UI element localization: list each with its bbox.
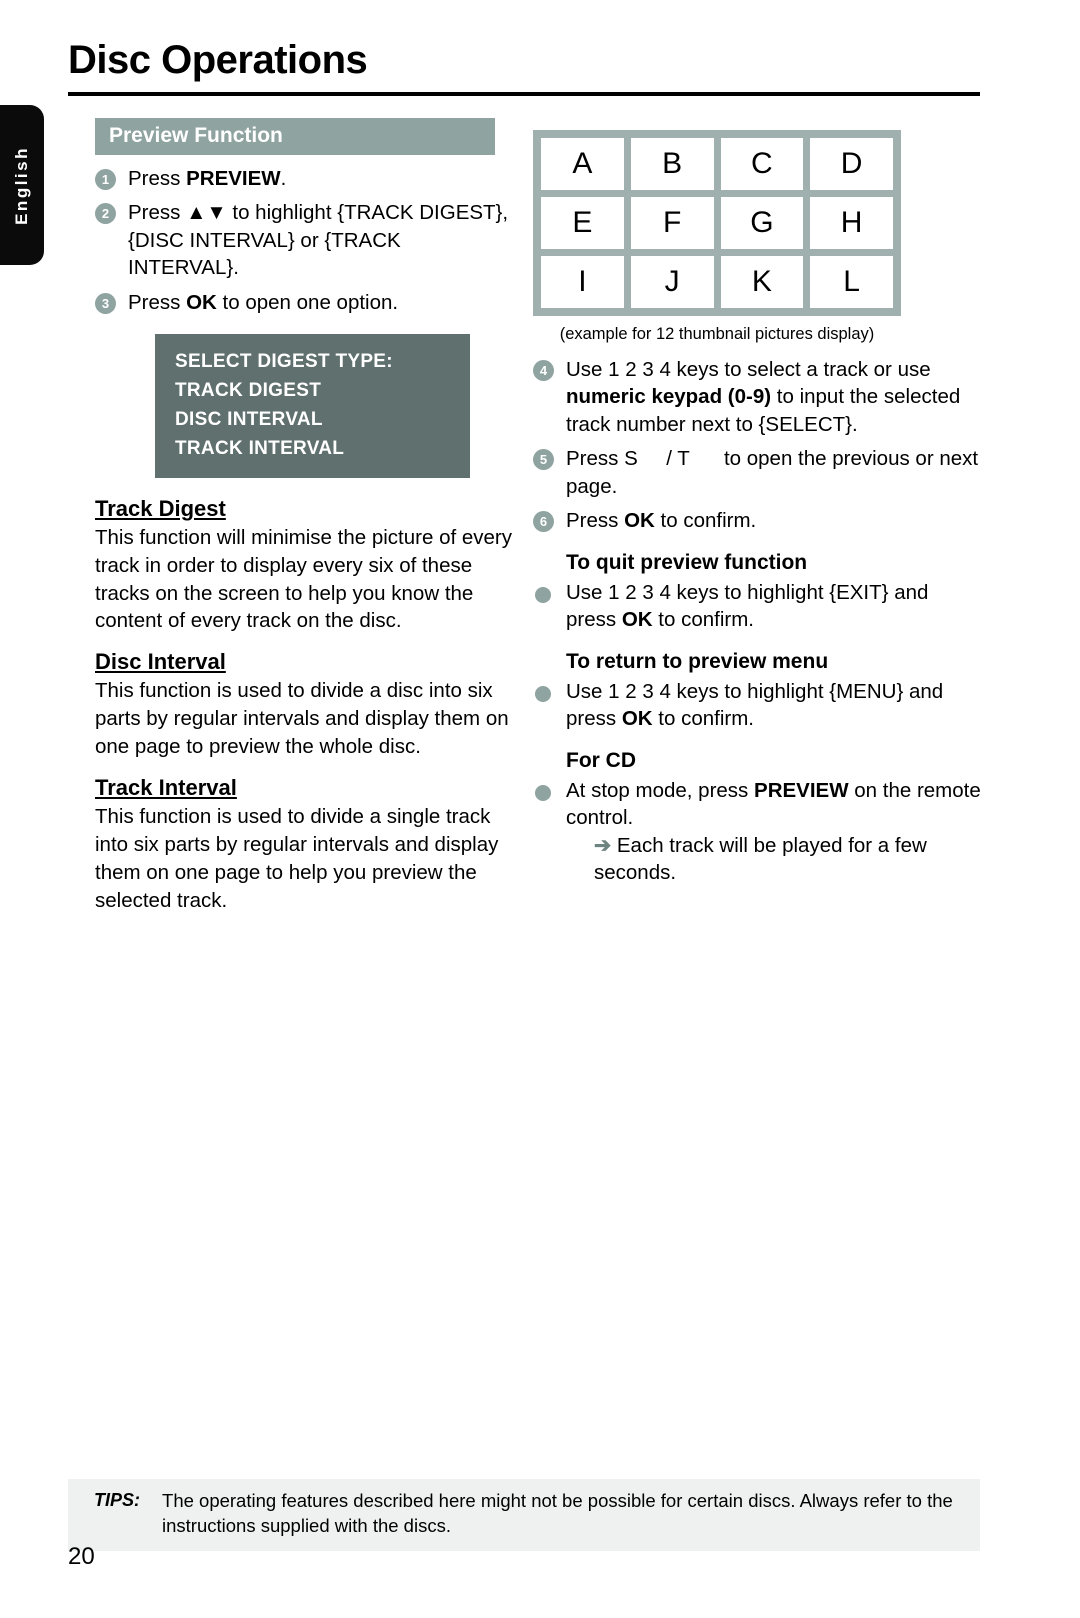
step-number-badge: 4 xyxy=(533,360,554,381)
step-number-badge: 2 xyxy=(95,203,116,225)
thumbnail-cell: A xyxy=(541,138,624,190)
thumbnail-grid-caption: (example for 12 thumbnail pictures displ… xyxy=(559,325,875,343)
result-note: ➔ Each track will be played for a few se… xyxy=(594,833,927,885)
right-steps-list: 4 Use 1 2 3 4 keys to select a track or … xyxy=(533,356,983,535)
thumbnail-cell: E xyxy=(541,197,624,249)
osd-menu-box: SELECT DIGEST TYPE: TRACK DIGEST DISC IN… xyxy=(155,334,470,478)
step-item: 3 Press OK to open one option. xyxy=(95,289,515,316)
osd-line: TRACK DIGEST xyxy=(175,380,322,402)
thumbnail-cell: H xyxy=(810,197,893,249)
step-item: 4 Use 1 2 3 4 keys to select a track or … xyxy=(533,356,983,438)
step-item: 2 Press ▲▼ to highlight {TRACK DIGEST}, … xyxy=(95,199,515,281)
block-quit-preview: To quit preview function Use 1 2 3 4 key… xyxy=(533,551,983,634)
thumbnail-cell: K xyxy=(720,256,804,308)
bullet-dot-icon xyxy=(535,586,551,603)
subsection-heading: Disc Interval xyxy=(95,649,226,675)
thumbnail-cell: B xyxy=(630,138,714,190)
tips-text: The operating features described here mi… xyxy=(162,1490,953,1536)
left-steps-list: 1 Press PREVIEW. 2 Press ▲▼ to highlight… xyxy=(95,165,515,316)
step-number-badge: 1 xyxy=(95,169,116,190)
thumbnail-cell: J xyxy=(630,256,714,308)
step-text: Press ▲▼ to highlight {TRACK DIGEST}, {D… xyxy=(128,201,509,280)
step-item: 1 Press PREVIEW. xyxy=(95,165,515,192)
thumbnail-cell: D xyxy=(810,138,893,190)
thumbnail-cell: I xyxy=(541,256,624,308)
title-divider xyxy=(68,92,980,96)
tips-label: TIPS: xyxy=(94,1490,141,1510)
left-column: Preview Function 1 Press PREVIEW. 2 Pres… xyxy=(95,118,515,918)
page-title: Disc Operations xyxy=(68,38,368,82)
thumbnail-grid: A B C D E F G H I J K L xyxy=(533,130,901,316)
subsection-track-digest: Track Digest This function will minimise… xyxy=(95,496,515,636)
step-number-badge: 3 xyxy=(95,292,116,314)
tips-box: TIPS: The operating features described h… xyxy=(68,1479,980,1551)
step-text: Press S / T to open the previous or next… xyxy=(566,447,979,498)
thumbnail-cell: C xyxy=(720,138,804,190)
language-tab: English xyxy=(0,105,44,265)
bullet-item: Use 1 2 3 4 keys to highlight {EXIT} and… xyxy=(533,579,983,634)
bullet-dot-icon xyxy=(535,784,551,801)
step-item: 5 Press S / T to open the previous or ne… xyxy=(533,445,983,500)
thumbnail-cell: L xyxy=(810,256,893,308)
manual-page: English Disc Operations Preview Function… xyxy=(0,0,1080,1618)
subsection-heading: Track Interval xyxy=(95,774,237,800)
block-heading: To return to preview menu xyxy=(566,649,829,673)
step-text: Press OK to confirm. xyxy=(566,509,757,533)
subsection-disc-interval: Disc Interval This function is used to d… xyxy=(95,649,515,761)
subsection-track-interval: Track Interval This function is used to … xyxy=(95,775,515,915)
step-item: 6 Press OK to confirm. xyxy=(533,507,983,534)
step-number-badge: 6 xyxy=(533,511,554,533)
thumbnail-cell: G xyxy=(720,197,804,249)
osd-line: SELECT DIGEST TYPE: xyxy=(175,351,393,373)
subsection-body: This function will minimise the picture … xyxy=(95,525,512,633)
section-banner: Preview Function xyxy=(95,118,495,155)
block-heading: For CD xyxy=(566,748,636,772)
subsection-heading: Track Digest xyxy=(95,495,226,521)
right-column: A B C D E F G H I J K L (example for 12 … xyxy=(533,130,983,893)
subsection-body: This function is used to divide a single… xyxy=(95,804,499,912)
bullet-text: At stop mode, press PREVIEW on the remot… xyxy=(566,778,981,830)
bullet-item: At stop mode, press PREVIEW on the remot… xyxy=(533,777,983,887)
bullet-text: Use 1 2 3 4 keys to highlight {MENU} and… xyxy=(566,679,944,731)
bullet-item: Use 1 2 3 4 keys to highlight {MENU} and… xyxy=(533,678,983,733)
osd-line: TRACK INTERVAL xyxy=(175,437,345,459)
step-text: Use 1 2 3 4 keys to select a track or us… xyxy=(566,358,961,436)
thumbnail-cell: F xyxy=(630,197,714,249)
block-return-menu: To return to preview menu Use 1 2 3 4 ke… xyxy=(533,650,983,733)
page-number: 20 xyxy=(68,1543,95,1570)
language-tab-label: English xyxy=(12,145,31,225)
bullet-text: Use 1 2 3 4 keys to highlight {EXIT} and… xyxy=(566,580,929,632)
subsection-body: This function is used to divide a disc i… xyxy=(95,679,509,759)
block-for-cd: For CD At stop mode, press PREVIEW on th… xyxy=(533,749,983,887)
step-number-badge: 5 xyxy=(533,449,554,471)
block-heading: To quit preview function xyxy=(566,550,808,574)
bullet-dot-icon xyxy=(535,685,551,702)
step-text: Press PREVIEW. xyxy=(128,167,287,190)
osd-line: DISC INTERVAL xyxy=(175,409,323,431)
step-text: Press OK to open one option. xyxy=(128,290,399,314)
